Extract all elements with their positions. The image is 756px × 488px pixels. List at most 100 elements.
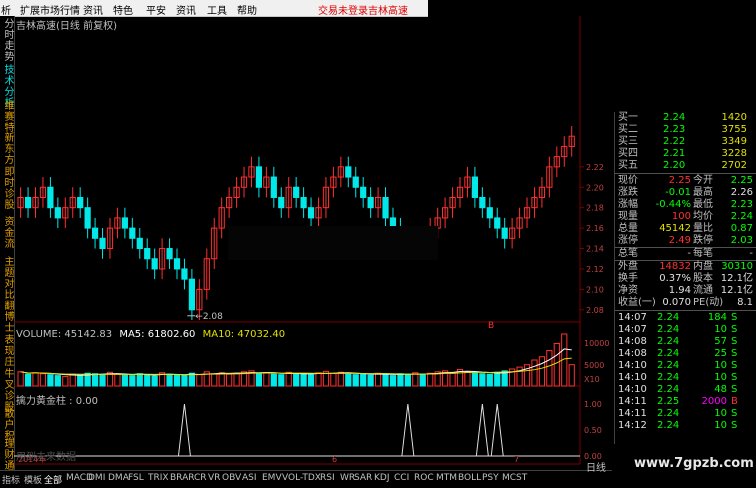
menu-info[interactable]: 资讯 — [176, 2, 196, 17]
candle-body — [173, 258, 181, 270]
tick-time: 14:08 — [618, 348, 647, 359]
tab-[interactable]: 指标 — [2, 473, 20, 486]
candle-body — [181, 268, 188, 280]
volume-bar — [546, 350, 553, 387]
quote-label: 最低 — [693, 199, 713, 210]
price-tick-label: 2.08 — [586, 306, 604, 315]
strip-item-8[interactable]: 牛叉诊股 — [1, 368, 13, 412]
volume-bar — [352, 374, 359, 387]
volume-bar — [47, 374, 54, 387]
tick-time: 14:08 — [618, 336, 647, 347]
candle-body — [99, 237, 106, 250]
quote-value: 2.49 — [668, 235, 691, 246]
tab-vol-tdx[interactable]: VOL-TDX — [282, 473, 321, 483]
bid-row: 买三 2.22 3349 — [615, 136, 756, 148]
tab-boll[interactable]: BOLL — [458, 473, 481, 483]
tick-time: 14:07 — [618, 324, 647, 335]
menu-help[interactable]: 帮助 — [237, 2, 257, 17]
login-status[interactable]: 交易未登录 — [318, 2, 368, 17]
strip-item-2[interactable]: 新东方 — [1, 132, 13, 165]
divider — [615, 173, 756, 174]
quote-value: 2.26 — [730, 187, 753, 198]
tab-asi[interactable]: ASI — [242, 473, 257, 483]
volume-bar — [494, 371, 501, 387]
candle-body — [300, 196, 307, 209]
strip-item-7[interactable]: 表现庄 — [1, 334, 13, 367]
tick-row: 14:12 2.24 10 S — [615, 420, 756, 432]
volume-bar — [91, 373, 99, 387]
strip-label: 散户积 — [2, 408, 13, 441]
tick-row: 14:08 2.24 57 S — [615, 336, 756, 348]
tab-mtm[interactable]: MTM — [436, 473, 457, 483]
tab-emv[interactable]: EMV — [262, 473, 282, 483]
stock-name-status: 吉林高速 — [368, 6, 408, 17]
menu-pingan[interactable]: 平安 — [146, 2, 166, 17]
signal-peak — [475, 403, 489, 457]
quote-row: 外盘 14832 内盘 30310 — [615, 261, 756, 273]
tab-obv[interactable]: OBV — [222, 473, 241, 483]
kline-chart-area[interactable]: 2.22 2.20 2.18 2.16 2.14 2.12 2.10 2.08 ←2.08 B 10… — [14, 16, 614, 470]
candle-body — [255, 166, 263, 188]
watermark-box: www.7gpzb.com — [612, 444, 756, 487]
bid-price: 2.21 — [663, 148, 686, 159]
tab-[interactable]: 全部 — [44, 473, 62, 486]
volume-bar — [69, 373, 76, 387]
tab-mcst[interactable]: MCST — [502, 473, 527, 483]
quote-value: 0.070 — [662, 297, 691, 308]
bid-label: 买三 — [618, 136, 638, 147]
tab-trix[interactable]: TRIX — [148, 473, 169, 483]
strip-item-5[interactable]: 主题对比 — [1, 256, 13, 300]
tab-[interactable]: 模板 — [24, 473, 42, 486]
strip-item-timeshare[interactable]: 分时走势 — [1, 18, 13, 62]
tab-sar[interactable]: SAR — [354, 473, 372, 483]
tab-dma[interactable]: DMA — [108, 473, 129, 483]
tab-wr[interactable]: WR — [340, 473, 355, 483]
tab-kdj[interactable]: KDJ — [374, 473, 390, 483]
month-label: 6 — [332, 455, 337, 464]
volume-bar — [278, 374, 285, 387]
tick-side: S — [731, 420, 738, 431]
volume-value: VOLUME: 45142.83 — [16, 329, 113, 340]
menu-tools[interactable]: 工具 — [207, 2, 227, 17]
volume-bar — [538, 356, 546, 387]
quote-value: 2.23 — [730, 199, 753, 210]
candle-body — [151, 258, 158, 270]
tab-fsl[interactable]: FSL — [128, 473, 144, 483]
strip-item-6[interactable]: 翻博士 — [1, 300, 13, 333]
candle-body — [494, 217, 501, 229]
watermark-text: www.7gpzb.com — [634, 456, 754, 471]
strip-item-10[interactable]: 理财通 — [1, 438, 13, 471]
menu-analysis[interactable]: 析 — [1, 2, 11, 17]
volume-bar — [151, 375, 158, 387]
volume-bar — [553, 342, 560, 387]
strip-item-1[interactable]: 维赛特 — [1, 100, 13, 133]
candle-body — [91, 227, 99, 239]
strip-item-3[interactable]: 即时诊股 — [1, 166, 13, 210]
strip-item-9[interactable]: 散户积 — [1, 408, 13, 441]
candle-body — [278, 196, 285, 209]
volume-bar — [427, 372, 434, 387]
period-label[interactable]: 日线 — [586, 459, 606, 474]
menu-features[interactable]: 特色 — [113, 2, 133, 17]
tick-price: 2.24 — [657, 384, 680, 395]
tab-cr[interactable]: CR — [194, 473, 207, 483]
tab-dmi[interactable]: DMI — [88, 473, 105, 483]
tab-psy[interactable]: PSY — [482, 473, 499, 483]
candle-body — [77, 196, 84, 209]
tab-vr[interactable]: VR — [208, 473, 220, 483]
tab-roc[interactable]: ROC — [414, 473, 434, 483]
volume-bar — [114, 373, 121, 387]
strip-item-4[interactable]: 资金流 — [1, 216, 13, 249]
quote-label: 内盘 — [693, 261, 713, 272]
candle-body — [129, 227, 136, 239]
quote-panel: 买一 2.24 1420 买二 2.23 3755 买三 2.22 3349 买… — [614, 112, 756, 487]
menu-extended-market[interactable]: 扩展市场行情 — [20, 2, 80, 17]
tab-rsi[interactable]: RSI — [320, 473, 335, 483]
volume-tick-label: X10 — [584, 375, 600, 384]
menu-news[interactable]: 资讯 — [83, 2, 103, 17]
tick-side: S — [731, 348, 738, 359]
tab-brar[interactable]: BRAR — [170, 473, 194, 483]
tab-cci[interactable]: CCI — [394, 473, 409, 483]
price-tick-label: 2.22 — [586, 163, 604, 172]
volume-bar — [211, 373, 218, 387]
